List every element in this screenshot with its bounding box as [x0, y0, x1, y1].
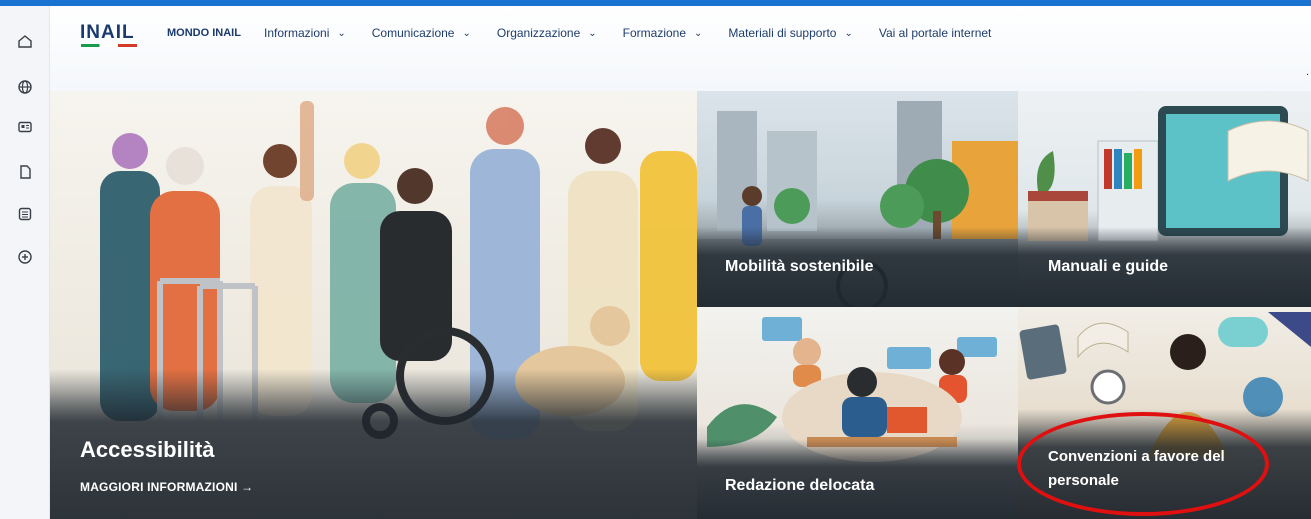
- news-icon[interactable]: [14, 116, 36, 138]
- home-icon[interactable]: [14, 30, 36, 52]
- document-icon[interactable]: [14, 161, 36, 183]
- highlight-circle-annotation: [1017, 412, 1269, 516]
- nav-item-portale-internet[interactable]: Vai al portale internet: [879, 26, 992, 40]
- nav-item-materiali-di-supporto[interactable]: Materiali di supporto ⌄: [728, 26, 852, 40]
- tile-redazione-delocata[interactable]: Redazione delocata: [697, 307, 1018, 519]
- add-circle-icon[interactable]: [14, 246, 36, 268]
- tile-accessibilita[interactable]: Accessibilità MAGGIORI INFORMAZIONI →: [50, 91, 697, 519]
- tile-title: Mobilità sostenibile: [725, 258, 874, 275]
- tile-mobilita-sostenibile[interactable]: Mobilità sostenibile: [697, 91, 1018, 307]
- tile-manuali-e-guide[interactable]: Manuali e guide: [1018, 91, 1311, 307]
- arrow-right-icon: →: [241, 480, 254, 494]
- tile-title: Accessibilità: [80, 437, 215, 462]
- list-icon[interactable]: [14, 203, 36, 225]
- inail-logo[interactable]: INAIL: [80, 22, 135, 44]
- chevron-down-icon: ⌄: [588, 27, 597, 39]
- main-nav: Informazioni ⌄ Comunicazione ⌄ Organizzazi…: [264, 26, 1017, 40]
- nav-item-label: Informazioni: [264, 26, 330, 40]
- nav-item-label: Vai al portale internet: [878, 26, 992, 40]
- more-info-link[interactable]: MAGGIORI INFORMAZIONI →: [80, 480, 253, 494]
- tile-title: Redazione delocata: [725, 477, 875, 494]
- site-header: INAIL MONDO INAIL Informazioni ⌄ Comunica…: [50, 6, 1311, 91]
- site-brand[interactable]: MONDO INAIL: [167, 27, 241, 39]
- chevron-down-icon: ⌄: [462, 27, 471, 39]
- more-info-label: MAGGIORI INFORMAZIONI: [80, 480, 238, 494]
- nav-item-label: Comunicazione: [371, 26, 455, 40]
- tile-title: Manuali e guide: [1048, 258, 1169, 275]
- nav-item-formazione[interactable]: Formazione ⌄: [623, 26, 703, 40]
- globe-icon[interactable]: [14, 76, 36, 98]
- nav-item-label: Materiali di supporto: [728, 26, 837, 40]
- nav-item-comunicazione[interactable]: Comunicazione ⌄: [372, 26, 471, 40]
- chevron-down-icon: ⌄: [844, 27, 853, 39]
- chevron-down-icon: ⌄: [694, 27, 703, 39]
- nav-item-organizzazione[interactable]: Organizzazione ⌄: [497, 26, 597, 40]
- left-app-bar: [0, 6, 50, 519]
- chevron-down-icon: ⌄: [337, 27, 346, 39]
- nav-item-label: Formazione: [622, 26, 687, 40]
- nav-item-label: Organizzazione: [496, 26, 581, 40]
- nav-item-informazioni[interactable]: Informazioni ⌄: [264, 26, 346, 40]
- more-indicator: .: [1305, 66, 1309, 78]
- logo-tricolor-line: [81, 44, 137, 47]
